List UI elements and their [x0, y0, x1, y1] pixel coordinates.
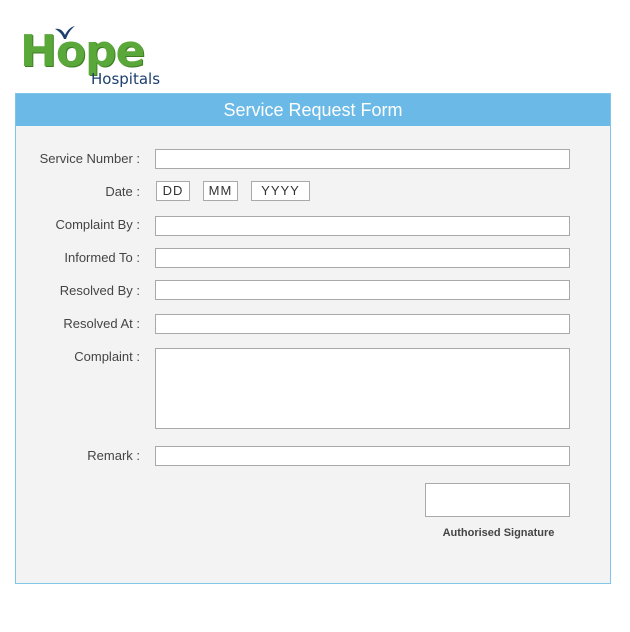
- logo-hope-text: Hope: [20, 26, 145, 77]
- form-title: Service Request Form: [16, 94, 610, 126]
- signature-label: Authorised Signature: [442, 527, 555, 539]
- resolved-by-label: Resolved By :: [59, 283, 140, 298]
- resolved-at-label: Resolved At :: [63, 316, 140, 331]
- date-label: Date :: [105, 184, 140, 199]
- informed-to-input[interactable]: [155, 248, 570, 268]
- signature-box[interactable]: [425, 483, 570, 517]
- resolved-by-input[interactable]: [155, 280, 570, 300]
- remark-label: Remark :: [87, 448, 140, 463]
- service-number-input[interactable]: [155, 149, 570, 169]
- informed-to-label: Informed To :: [64, 250, 140, 265]
- date-day-input[interactable]: DD: [156, 181, 190, 201]
- date-month-input[interactable]: MM: [203, 181, 238, 201]
- logo-hospitals-text: Hospitals: [91, 70, 161, 88]
- complaint-by-input[interactable]: [155, 216, 570, 236]
- hope-hospitals-logo: Hope Hospitals: [18, 26, 168, 90]
- remark-input[interactable]: [155, 446, 570, 466]
- date-year-input[interactable]: YYYY: [251, 181, 310, 201]
- complaint-label: Complaint :: [74, 349, 140, 364]
- complaint-by-label: Complaint By :: [55, 217, 140, 232]
- service-request-form: Service Request Form Service Number : Da…: [15, 93, 611, 584]
- resolved-at-input[interactable]: [155, 314, 570, 334]
- complaint-textarea[interactable]: [155, 348, 570, 429]
- service-number-label: Service Number :: [39, 151, 140, 166]
